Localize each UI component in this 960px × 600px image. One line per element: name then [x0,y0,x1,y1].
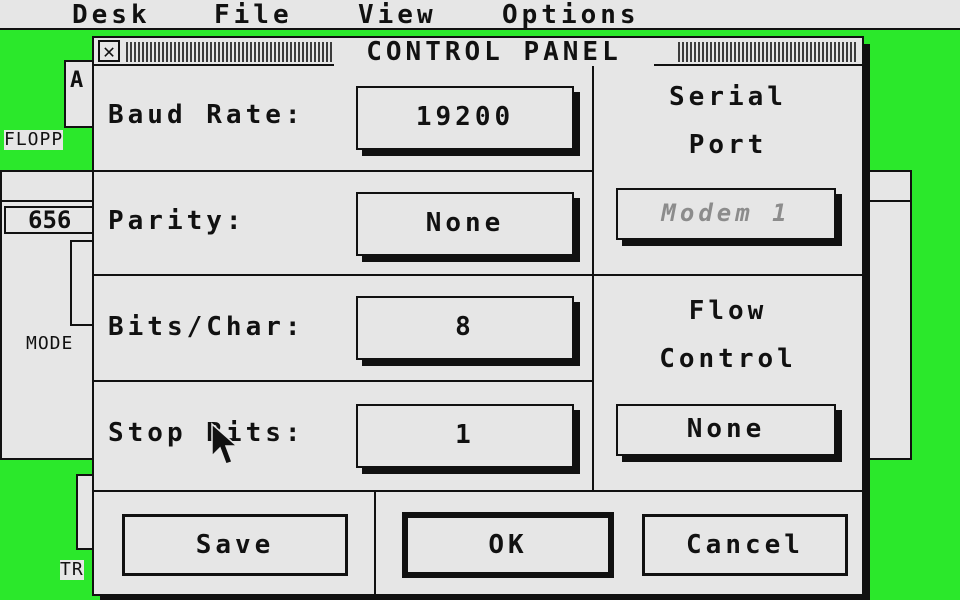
floppy-icon-label: FLOPP [4,129,64,150]
control-panel-dialog: ✕ CONTROL PANEL Baud Rate: 19200 Parity:… [92,36,864,596]
title-stripes-left [126,42,334,62]
title-stripes-right [678,42,858,62]
menu-desk[interactable]: Desk [72,0,151,30]
serial-port-button[interactable]: Modem 1 [616,188,836,240]
menu-view[interactable]: View [358,0,437,30]
parity-button[interactable]: None [356,192,574,256]
flow-control-title-line1: Flow [688,296,768,326]
mouse-pointer-icon [211,422,239,465]
divider-row-3 [94,380,594,382]
save-button[interactable]: Save [122,514,348,576]
flow-control-button[interactable]: None [616,404,836,456]
divider-row-1 [94,170,594,172]
divider-buttons [94,490,862,492]
trash-icon-label: TR [60,559,84,580]
parity-label: Parity: [108,206,246,236]
baud-rate-button[interactable]: 19200 [356,86,574,150]
menu-options[interactable]: Options [502,0,640,30]
divider-vertical-bottom [374,490,376,596]
window-scrollbar[interactable] [868,202,906,452]
stop-bits-button[interactable]: 1 [356,404,574,468]
close-icon[interactable]: ✕ [98,40,120,62]
flow-control-title-line2: Control [659,344,797,374]
baud-rate-label: Baud Rate: [108,100,305,130]
modem-icon-label: MODE [26,333,74,354]
title-bar[interactable]: ✕ CONTROL PANEL [94,38,862,66]
bits-per-char-button[interactable]: 8 [356,296,574,360]
bits-per-char-label: Bits/Char: [108,312,305,342]
serial-port-title-line2: Port [688,130,768,160]
drive-letter: A [70,68,84,93]
stop-bits-label: Stop Bits: [108,418,305,448]
dialog-shadow-right [864,44,870,600]
cancel-button[interactable]: Cancel [642,514,848,576]
ok-button[interactable]: OK [402,512,614,578]
menu-bar: Desk File View Options [0,0,960,30]
menu-file[interactable]: File [214,0,293,30]
serial-port-title-line1: Serial [669,82,787,112]
window-info-field: 656 [4,206,96,234]
dialog-title: CONTROL PANEL [334,38,654,66]
divider-row-2 [94,274,862,276]
